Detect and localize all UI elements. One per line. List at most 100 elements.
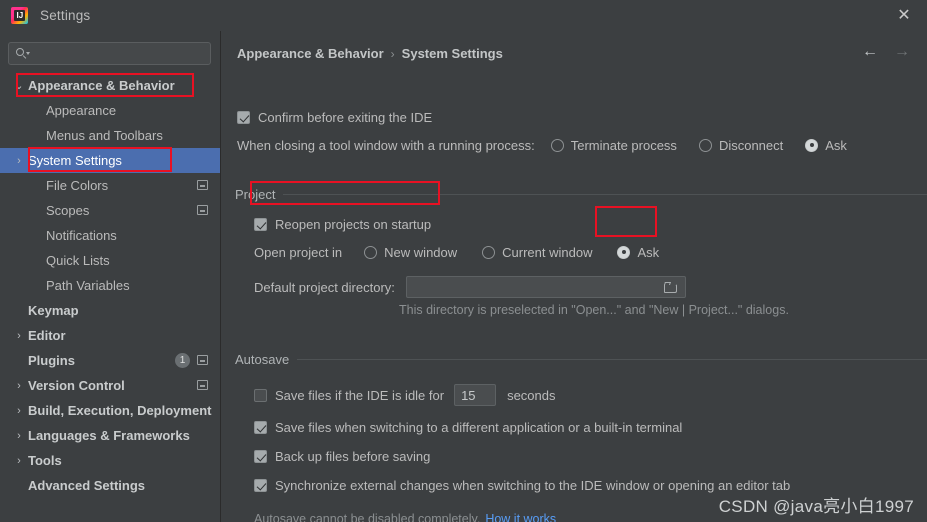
watermark: CSDN @java亮小白1997: [718, 497, 914, 516]
sidebar-item-build-execution-deployment[interactable]: › Build, Execution, Deployment: [0, 398, 220, 423]
sidebar-item-system-settings[interactable]: › System Settings: [0, 148, 220, 173]
closing-tool-window-option-disconnect[interactable]: Disconnect: [698, 138, 783, 153]
sidebar-item-path-variables[interactable]: Path Variables: [0, 273, 220, 298]
sidebar-item-label: Menus and Toolbars: [46, 128, 163, 143]
autosave-idle-seconds-value: 15: [461, 387, 476, 403]
autosave-checkbox-label: Synchronize external changes when switch…: [275, 478, 791, 493]
autosave-checkbox-label: Back up files before saving: [275, 449, 431, 464]
radio-button[interactable]: [698, 139, 712, 152]
settings-content-panel: Appearance & Behavior › System Settings …: [221, 31, 927, 522]
how-it-works-link[interactable]: How it works: [485, 512, 556, 522]
open-project-in-label: Open project in: [254, 245, 343, 260]
radio-button[interactable]: [617, 246, 631, 259]
sidebar-item-label: Path Variables: [46, 278, 130, 293]
autosave-idle-row: Save files if the IDE is idle for 15 sec…: [254, 384, 556, 406]
settings-sync-icon: [197, 380, 208, 390]
radio-button[interactable]: [550, 139, 564, 152]
autosave-footnote-text: Autosave cannot be disabled completely.: [254, 512, 481, 522]
chevron-right-icon[interactable]: ›: [13, 455, 25, 467]
sidebar-item-advanced-settings[interactable]: Advanced Settings: [0, 473, 220, 498]
sidebar-item-label: Build, Execution, Deployment: [28, 403, 212, 418]
sidebar-item-label: File Colors: [46, 178, 109, 193]
open-project-in-option-current-window[interactable]: Current window: [482, 245, 592, 260]
open-project-in-option-ask[interactable]: Ask: [617, 245, 659, 260]
title-bar: IJ Settings ✕: [0, 0, 927, 31]
sidebar-item-version-control[interactable]: › Version Control: [0, 373, 220, 398]
sidebar-item-label: Version Control: [28, 378, 125, 393]
confirm-exit-label: Confirm before exiting the IDE: [258, 110, 433, 125]
sidebar-item-appearance-behavior[interactable]: ⌄ Appearance & Behavior: [0, 73, 220, 98]
breadcrumb-current: System Settings: [401, 46, 503, 61]
autosave-footnote: Autosave cannot be disabled completely. …: [254, 512, 556, 522]
radio-label: Terminate process: [570, 138, 677, 153]
chevron-right-icon[interactable]: ›: [13, 155, 25, 167]
settings-sidebar: ⌄ Appearance & Behavior Appearance Menus an…: [0, 31, 220, 522]
project-group-title: Project: [235, 187, 276, 202]
autosave-checkbox[interactable]: [254, 450, 267, 463]
default-project-directory-input[interactable]: [405, 276, 686, 298]
sidebar-item-notifications[interactable]: Notifications: [0, 223, 220, 248]
autosave-checkbox-row[interactable]: Synchronize external changes when switch…: [254, 478, 790, 493]
search-field-wrapper: [8, 42, 211, 65]
settings-sync-icon: [197, 205, 208, 215]
autosave-idle-seconds-input[interactable]: 15: [454, 384, 497, 406]
radio-button[interactable]: [364, 246, 378, 259]
chevron-right-icon[interactable]: ›: [13, 430, 25, 442]
window-title: Settings: [40, 8, 91, 23]
sidebar-item-languages-frameworks[interactable]: › Languages & Frameworks: [0, 423, 220, 448]
sidebar-item-menus-and-toolbars[interactable]: Menus and Toolbars: [0, 123, 220, 148]
intellij-idea-icon: IJ: [11, 7, 28, 24]
close-icon[interactable]: ✕: [895, 7, 913, 25]
chevron-right-icon[interactable]: ›: [13, 380, 25, 392]
back-arrow-icon[interactable]: ←: [861, 43, 879, 61]
autosave-checkbox-row[interactable]: Save files when switching to a different…: [254, 420, 682, 435]
radio-label: New window: [384, 245, 458, 260]
autosave-idle-checkbox[interactable]: [254, 388, 267, 402]
breadcrumb-separator-icon: ›: [390, 46, 395, 61]
autosave-checkbox[interactable]: [254, 421, 267, 434]
sidebar-item-label: Keymap: [28, 303, 79, 318]
chevron-right-icon[interactable]: ›: [13, 330, 25, 342]
closing-tool-window-option-terminate-process[interactable]: Terminate process: [550, 138, 677, 153]
sidebar-item-badge: 1: [175, 353, 190, 368]
chevron-right-icon[interactable]: ›: [13, 405, 25, 417]
radio-button[interactable]: [482, 246, 496, 259]
confirm-exit-row[interactable]: Confirm before exiting the IDE: [237, 110, 432, 125]
default-project-directory-row: Default project directory:: [254, 276, 686, 298]
forward-arrow-icon[interactable]: →: [893, 43, 911, 61]
closing-tool-window-label: When closing a tool window with a runnin…: [237, 138, 535, 153]
radio-label: Ask: [637, 245, 660, 260]
settings-dialog: IJ Settings ✕ ⌄ Appearance & Behavior Appe…: [0, 0, 927, 522]
sidebar-item-quick-lists[interactable]: Quick Lists: [0, 248, 220, 273]
sidebar-item-keymap[interactable]: Keymap: [0, 298, 220, 323]
reopen-projects-checkbox[interactable]: [254, 218, 267, 231]
sidebar-item-plugins[interactable]: Plugins 1: [0, 348, 220, 373]
sidebar-item-scopes[interactable]: Scopes: [0, 198, 220, 223]
default-project-directory-hint: This directory is preselected in "Open..…: [399, 303, 789, 317]
autosave-group-header: Autosave: [235, 352, 927, 367]
sidebar-item-tools[interactable]: › Tools: [0, 448, 220, 473]
autosave-group-divider: [297, 359, 927, 360]
autosave-checkbox[interactable]: [254, 479, 267, 492]
confirm-exit-checkbox[interactable]: [237, 111, 250, 124]
reopen-projects-row[interactable]: Reopen projects on startup: [254, 217, 431, 232]
sidebar-item-label: Tools: [28, 453, 62, 468]
autosave-checkbox-row[interactable]: Back up files before saving: [254, 449, 430, 464]
sidebar-item-editor[interactable]: › Editor: [0, 323, 220, 348]
folder-icon[interactable]: [663, 282, 677, 293]
sidebar-item-label: Advanced Settings: [28, 478, 146, 493]
breadcrumb-parent[interactable]: Appearance & Behavior: [237, 46, 384, 61]
sidebar-item-file-colors[interactable]: File Colors: [0, 173, 220, 198]
open-project-in-option-new-window[interactable]: New window: [364, 245, 457, 260]
closing-tool-window-option-ask[interactable]: Ask: [805, 138, 847, 153]
radio-button[interactable]: [805, 139, 819, 152]
sidebar-item-label: Editor: [28, 328, 66, 343]
autosave-checkbox-label: Save files when switching to a different…: [275, 420, 683, 435]
sidebar-item-label: Quick Lists: [46, 253, 110, 268]
sidebar-item-label: Appearance & Behavior: [28, 78, 175, 93]
chevron-down-icon[interactable]: ⌄: [13, 80, 25, 92]
sidebar-item-appearance[interactable]: Appearance: [0, 98, 220, 123]
sidebar-item-label: Scopes: [46, 203, 90, 218]
search-input[interactable]: [8, 42, 211, 65]
sidebar-item-label: Appearance: [46, 103, 117, 118]
